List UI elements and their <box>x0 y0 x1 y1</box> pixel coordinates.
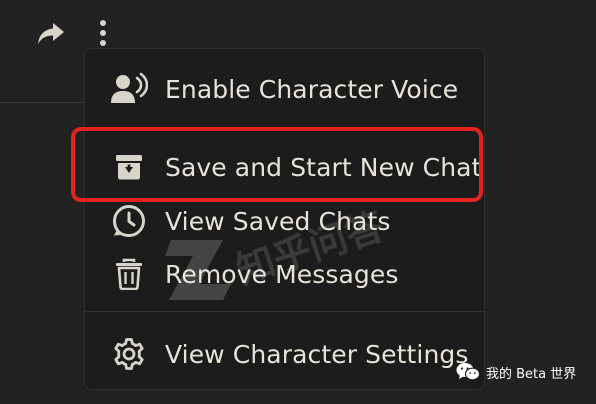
voice-person-icon <box>110 70 148 108</box>
menu-item-save-and-start-new-chat[interactable]: Save and Start New Chat <box>85 142 484 192</box>
menu-divider <box>85 311 484 312</box>
clock-history-icon <box>110 202 148 240</box>
menu-item-enable-voice[interactable]: Enable Character Voice <box>85 64 484 114</box>
trash-icon <box>110 255 148 293</box>
menu-item-view-saved-chats[interactable]: View Saved Chats <box>85 196 484 246</box>
menu-item-label: Remove Messages <box>165 259 399 289</box>
app-screen: Enable Character Voice Save and Start Ne… <box>0 0 596 404</box>
more-options-button[interactable] <box>90 14 116 52</box>
share-button[interactable] <box>34 18 68 50</box>
header-divider <box>0 102 84 103</box>
gear-icon <box>110 335 148 373</box>
menu-item-remove-messages[interactable]: Remove Messages <box>85 249 484 299</box>
menu-item-label: Enable Character Voice <box>165 74 459 104</box>
menu-item-label: View Saved Chats <box>165 206 391 236</box>
credit-text: 我的 Beta 世界 <box>486 366 577 382</box>
menu-item-label: Save and Start New Chat <box>165 152 482 182</box>
menu-item-view-character-settings[interactable]: View Character Settings <box>85 329 484 379</box>
wechat-logo-icon <box>456 363 480 381</box>
share-forward-icon <box>38 23 64 44</box>
archive-box-icon <box>110 148 148 186</box>
options-menu: Enable Character Voice Save and Start Ne… <box>84 48 485 390</box>
more-vertical-icon <box>100 20 106 46</box>
menu-item-label: View Character Settings <box>165 339 469 369</box>
source-credit: 我的 Beta 世界 <box>456 362 576 382</box>
